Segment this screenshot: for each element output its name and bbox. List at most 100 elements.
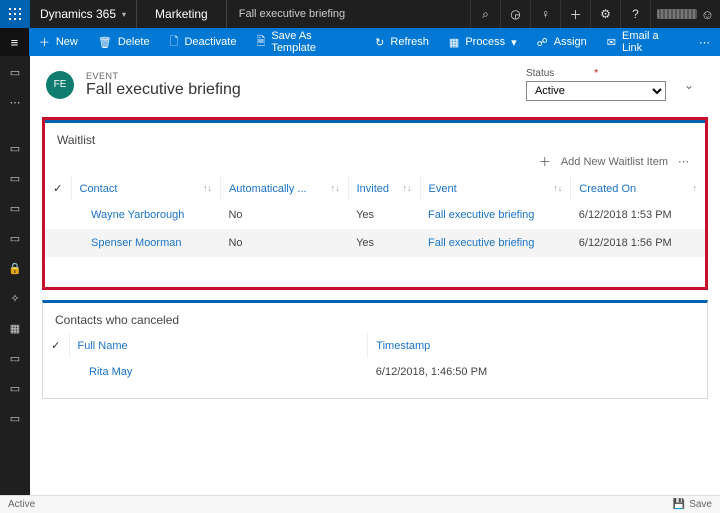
waitlist-panel: Waitlist ＋ Add New Waitlist Item ⋯ ✓ Con… — [42, 117, 708, 290]
canceled-title: Contacts who canceled — [43, 303, 707, 333]
refresh-icon: ↻ — [375, 36, 384, 49]
delete-label: Delete — [118, 36, 150, 48]
waitlist-grid: ✓ Contact↑↓ Automatically ...↑↓ Invited↑… — [45, 176, 705, 257]
cell-invited: Yes — [348, 229, 420, 257]
new-button[interactable]: ＋ New — [29, 28, 88, 56]
nav-item[interactable]: ▭ — [0, 348, 30, 368]
bulb-icon[interactable]: ♀ — [530, 0, 560, 28]
col-fullname[interactable]: Full Name — [69, 333, 368, 358]
col-invited[interactable]: Invited↑↓ — [348, 176, 420, 201]
more-icon: ⋯ — [699, 36, 710, 49]
app-launcher[interactable] — [0, 0, 30, 28]
contact-link[interactable]: Spenser Moorman — [71, 229, 220, 257]
trash-icon: 🗑 — [98, 36, 112, 49]
process-button[interactable]: ▦Process▾ — [439, 28, 527, 56]
sitemap-toggle[interactable]: ≡ — [0, 28, 29, 56]
cell-created: 6/12/2018 1:53 PM — [571, 201, 705, 229]
col-timestamp[interactable]: Timestamp — [368, 333, 707, 358]
canceled-grid: ✓ Full Name Timestamp Rita May 6/12/2018… — [43, 333, 707, 386]
contact-link[interactable]: Rita May — [69, 358, 368, 386]
record-name: Fall executive briefing — [86, 81, 241, 99]
email-link-button[interactable]: ✉ Email a Link — [597, 28, 689, 56]
search-icon[interactable]: ⌕ — [470, 0, 500, 28]
email-link-label: Email a Link — [622, 30, 679, 54]
save-as-template-button[interactable]: 🗎 Save As Template — [246, 28, 365, 56]
add-icon: ＋ — [539, 153, 551, 170]
table-row[interactable]: Spenser Moorman No Yes Fall executive br… — [45, 229, 705, 257]
area-label[interactable]: Marketing — [137, 0, 227, 28]
sort-icon: ↑ — [693, 183, 698, 193]
cell-created: 6/12/2018 1:56 PM — [571, 229, 705, 257]
global-nav-bar: Dynamics 365 ▾ Marketing Fall executive … — [0, 0, 720, 28]
col-event[interactable]: Event↑↓ — [420, 176, 571, 201]
contact-link[interactable]: Wayne Yarborough — [71, 201, 220, 229]
cell-auto: No — [220, 201, 348, 229]
nav-item[interactable]: ▭ — [0, 228, 30, 248]
cell-auto: No — [220, 229, 348, 257]
add-waitlist-button[interactable]: Add New Waitlist Item — [561, 156, 668, 168]
plus-icon[interactable]: ＋ — [560, 0, 590, 28]
assign-icon: ☍ — [537, 36, 548, 49]
record-avatar: FE — [46, 71, 74, 99]
help-icon[interactable]: ? — [620, 0, 650, 28]
left-nav: ▭ ⋯ ▭ ▭ ▭ ▭ 🔒 ✧ ▦ ▭ ▭ ▭ — [0, 56, 30, 495]
required-marker: * — [594, 68, 598, 79]
waitlist-more[interactable]: ⋯ — [678, 155, 691, 168]
nav-item[interactable]: 🔒 — [0, 258, 30, 278]
waitlist-title: Waitlist — [45, 123, 705, 153]
select-all-col[interactable]: ✓ — [45, 176, 71, 201]
process-label: Process — [465, 36, 505, 48]
col-contact[interactable]: Contact↑↓ — [71, 176, 220, 201]
refresh-label: Refresh — [390, 36, 429, 48]
event-link[interactable]: Fall executive briefing — [420, 229, 571, 257]
nav-item[interactable]: ▭ — [0, 138, 30, 158]
record-header: FE EVENT Fall executive briefing Status*… — [30, 56, 720, 113]
brand-label: Dynamics 365 — [40, 7, 116, 21]
refresh-button[interactable]: ↻ Refresh — [365, 28, 439, 56]
sort-icon: ↑↓ — [403, 183, 412, 193]
template-icon: 🗎 — [256, 33, 265, 52]
deactivate-button[interactable]: 🗋Deactivate — [160, 28, 247, 56]
new-label: New — [56, 36, 78, 48]
task-icon[interactable]: ◶ — [500, 0, 530, 28]
status-select[interactable]: Active — [526, 81, 666, 101]
nav-item[interactable]: ▭ — [0, 62, 30, 82]
event-link[interactable]: Fall executive briefing — [420, 201, 571, 229]
nav-item[interactable]: ▭ — [0, 198, 30, 218]
global-actions: ⌕ ◶ ♀ ＋ ⚙ ? — [470, 0, 650, 28]
sort-icon: ↑↓ — [331, 183, 340, 193]
avatar-icon: ☺ — [701, 7, 714, 22]
canceled-panel: Contacts who canceled ✓ Full Name Timest… — [42, 300, 708, 399]
table-row[interactable]: Rita May 6/12/2018, 1:46:50 PM — [43, 358, 707, 386]
save-icon: 💾 — [673, 499, 685, 510]
col-auto[interactable]: Automatically ...↑↓ — [220, 176, 348, 201]
nav-item[interactable]: ▭ — [0, 168, 30, 188]
save-button[interactable]: 💾 Save — [673, 499, 712, 510]
user-menu[interactable]: ☺ — [650, 0, 720, 28]
nav-item[interactable]: ▭ — [0, 408, 30, 428]
select-all-col[interactable]: ✓ — [43, 333, 69, 358]
nav-item[interactable]: ✧ — [0, 288, 30, 308]
brand-switcher[interactable]: Dynamics 365 ▾ — [30, 0, 137, 28]
more-commands[interactable]: ⋯ — [689, 28, 720, 56]
nav-item[interactable]: ▦ — [0, 318, 30, 338]
gear-icon[interactable]: ⚙ — [590, 0, 620, 28]
header-expand[interactable]: ⌄ — [678, 78, 700, 92]
plus-icon: ＋ — [39, 34, 50, 50]
delete-button[interactable]: 🗑 Delete — [88, 28, 160, 56]
save-as-template-label: Save As Template — [271, 30, 355, 54]
col-created[interactable]: Created On↑ — [571, 176, 705, 201]
save-label: Save — [689, 499, 712, 510]
sort-icon: ↑↓ — [203, 183, 212, 193]
deactivate-icon: 🗋 — [170, 33, 179, 52]
mail-icon: ✉ — [607, 36, 616, 49]
nav-item[interactable]: ▭ — [0, 378, 30, 398]
sort-icon: ↑↓ — [553, 183, 562, 193]
command-bar: ≡ ＋ New 🗑 Delete 🗋Deactivate 🗎 Save As Temp… — [0, 28, 720, 56]
assign-button[interactable]: ☍Assign — [527, 28, 597, 56]
table-row[interactable]: Wayne Yarborough No Yes Fall executive b… — [45, 201, 705, 229]
user-name-redacted — [657, 9, 697, 19]
breadcrumb-current[interactable]: Fall executive briefing — [227, 0, 470, 28]
nav-more[interactable]: ⋯ — [0, 92, 30, 112]
record-state: Active — [8, 499, 35, 510]
